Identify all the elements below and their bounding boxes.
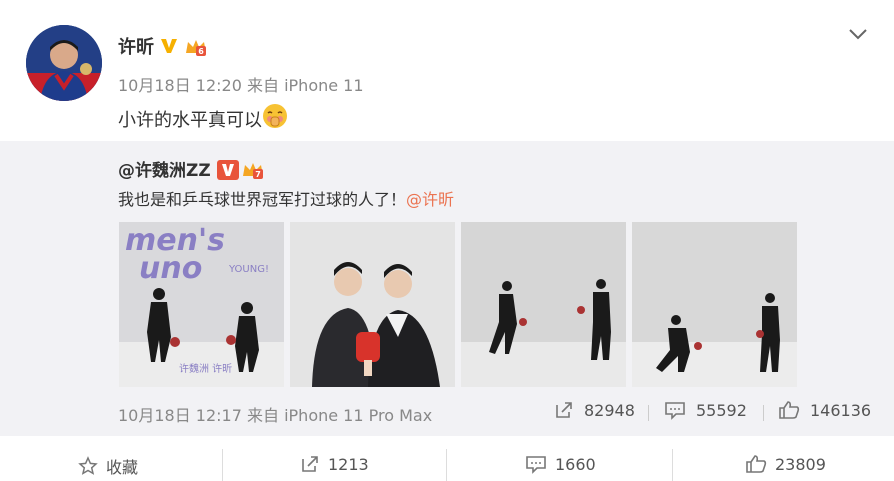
shy-emoji-icon	[262, 103, 288, 134]
cover-names: 许魏洲 许昕	[179, 362, 232, 375]
svg-text:7: 7	[255, 170, 261, 179]
thumbs-up-icon	[745, 454, 767, 474]
post-text: 小许的水平真可以	[118, 103, 288, 134]
verified-v-icon	[216, 159, 239, 180]
comment-button[interactable]: 1660	[525, 454, 596, 474]
cover-sub: YOUNG!	[228, 264, 269, 275]
favorite-button[interactable]: 收藏	[78, 454, 138, 478]
divider	[222, 449, 223, 481]
member-crown-icon[interactable]: 7	[241, 160, 263, 179]
repost-like-count[interactable]: 146136	[778, 400, 871, 420]
author-name[interactable]: 许昕	[118, 33, 154, 59]
thumbs-up-icon	[778, 400, 800, 420]
photo-playing-1[interactable]	[461, 222, 626, 387]
comment-icon	[664, 400, 686, 420]
divider	[446, 449, 447, 481]
repost-comment-count[interactable]: 55592	[664, 400, 747, 420]
repost-button[interactable]: 1213	[300, 454, 369, 474]
photo-playing-2[interactable]	[632, 222, 797, 387]
repost-meta: 10月18日 12:17 来自 iPhone 11 Pro Max	[118, 406, 433, 425]
repost-text: 我也是和乒乓球世界冠军打过球的人了！@许昕	[118, 190, 455, 209]
repost-author[interactable]: @许魏洲ZZ 7	[118, 156, 263, 181]
repost-forward-count[interactable]: 82948	[554, 400, 635, 420]
divider	[763, 405, 764, 421]
star-icon	[78, 456, 98, 476]
photo-magazine-cover[interactable]: men's uno YOUNG! 许魏洲 许昕	[119, 222, 284, 387]
avatar[interactable]	[26, 25, 102, 101]
post-author[interactable]: 许昕 6	[118, 33, 206, 59]
verified-v-icon	[160, 37, 178, 55]
svg-text:6: 6	[198, 47, 204, 56]
divider	[672, 449, 673, 481]
share-icon	[554, 400, 574, 420]
cover-title-2: uno	[139, 251, 202, 286]
chevron-down-icon[interactable]	[848, 26, 868, 40]
share-icon	[300, 454, 320, 474]
post-meta: 10月18日 12:20 来自 iPhone 11	[118, 76, 364, 95]
divider	[648, 405, 649, 421]
comment-icon	[525, 454, 547, 474]
member-crown-icon[interactable]: 6	[184, 37, 206, 56]
mention-link[interactable]: @许昕	[406, 190, 454, 209]
photo-duo-portrait[interactable]	[290, 222, 455, 387]
like-button[interactable]: 23809	[745, 454, 826, 474]
